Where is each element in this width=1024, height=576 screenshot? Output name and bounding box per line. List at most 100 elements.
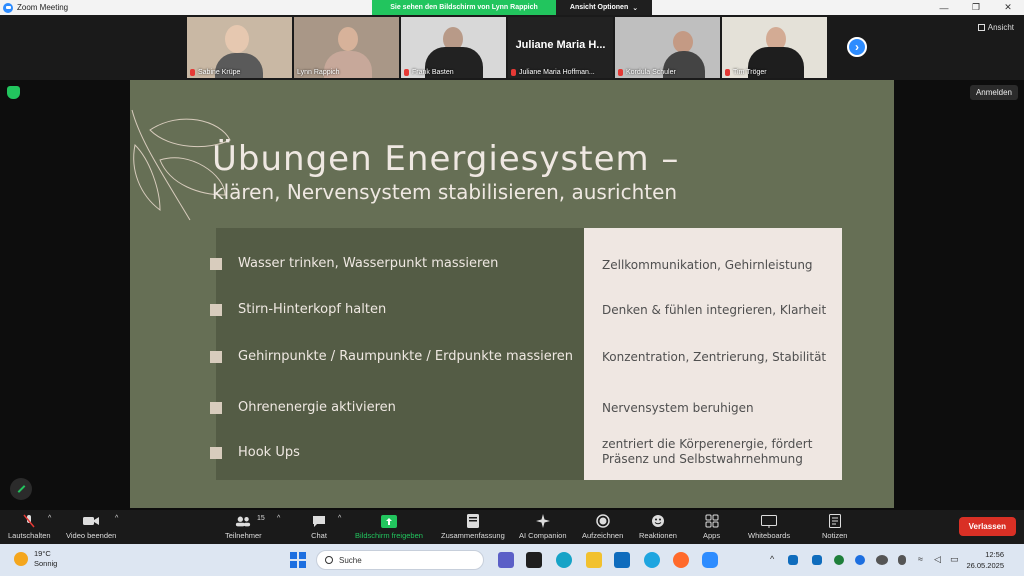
summary-label: Zusammenfassung (441, 531, 505, 540)
skype-icon[interactable] (644, 552, 660, 568)
pencil-icon (17, 485, 25, 493)
os-taskbar: 19°C Sonnig Suche ^ ≈ ◁ ▭ 12:56 26.05.202… (0, 544, 1024, 576)
chevron-up-icon[interactable]: ^ (48, 515, 51, 522)
taskbar-clock[interactable]: 12:56 26.05.2025 (966, 549, 1004, 571)
participant-tile[interactable]: Tim Tröger (722, 17, 827, 78)
clock-date: 26.05.2025 (966, 561, 1004, 570)
search-icon (325, 556, 333, 564)
notes-label: Notizen (822, 531, 848, 540)
participants-label: Teilnehmer (225, 531, 262, 540)
leave-button[interactable]: Verlassen (958, 517, 1016, 536)
participant-tile[interactable]: Kordula Schuler (615, 17, 720, 78)
view-button[interactable]: Ansicht (977, 23, 1014, 32)
apps-label: Apps (703, 531, 721, 540)
zoom-app-icon (3, 2, 13, 13)
record-icon (595, 514, 611, 528)
participant-tile[interactable]: Lynn Rappich (294, 17, 399, 78)
mic-muted-icon (618, 69, 623, 76)
edge-browser-icon[interactable] (556, 552, 572, 568)
participant-name-row: Juliane Maria Hoffman... (511, 69, 595, 76)
grid-view-icon (977, 24, 985, 31)
zoom-taskbar-icon[interactable] (702, 552, 718, 568)
mic-muted-icon (404, 69, 409, 76)
microphone-icon[interactable] (898, 555, 906, 565)
bullet-square-icon (210, 303, 222, 316)
exercise-label: Gehirnpunkte / Raumpunkte / Erdpunkte ma… (238, 349, 574, 364)
mute-button[interactable]: Lautschalten (8, 514, 51, 540)
maximize-button[interactable]: ❐ (960, 0, 992, 15)
tray-app-icon[interactable] (834, 555, 844, 565)
battery-icon[interactable]: ▭ (950, 554, 959, 565)
tray-app-icon[interactable] (876, 555, 888, 565)
firefox-icon[interactable] (673, 552, 689, 568)
share-screen-label: Bildschirm freigeben (355, 531, 423, 540)
chevron-up-icon[interactable]: ^ (277, 515, 280, 522)
close-button[interactable]: ✕ (992, 0, 1024, 15)
chevron-down-icon: ⌄ (632, 4, 639, 12)
view-options-button[interactable]: Ansicht Optionen ⌄ (556, 0, 652, 15)
share-screen-icon (380, 514, 397, 528)
ai-companion-button[interactable]: AI Companion (519, 514, 567, 540)
sparkle-icon (535, 514, 551, 528)
share-screen-button[interactable]: Bildschirm freigeben (355, 514, 423, 540)
wifi-icon[interactable]: ≈ (918, 554, 923, 564)
chat-button[interactable]: Chat (311, 514, 327, 540)
exercise-label: Hook Ups (238, 445, 300, 460)
benefit-text: Konzentration, Zentrierung, Stabilität (602, 350, 827, 364)
ai-companion-label: AI Companion (519, 531, 567, 540)
whiteboards-label: Whiteboards (748, 531, 791, 540)
next-page-button[interactable]: › (847, 37, 867, 57)
bullet-square-icon (210, 446, 222, 459)
record-button[interactable]: Aufzeichnen (582, 514, 623, 540)
apps-icon (704, 514, 720, 528)
exercise-item: Wasser trinken, Wasserpunkt massieren (210, 256, 498, 271)
summary-button[interactable]: Zusammenfassung (441, 514, 505, 540)
meeting-toolbar: Lautschalten ^ Video beenden ^ Teilnehme… (0, 510, 1024, 544)
slide-subtitle: klären, Nervensystem stabilisieren, ausr… (212, 180, 678, 204)
stop-video-button[interactable]: Video beenden (66, 514, 116, 540)
chat-bubble-icon (311, 514, 327, 528)
bullet-square-icon (210, 350, 222, 363)
participant-name: Sabine Krüpe (198, 69, 241, 76)
sun-icon (14, 552, 28, 566)
file-explorer-icon[interactable] (586, 552, 602, 568)
annotate-button[interactable] (10, 478, 32, 500)
participant-tile[interactable]: Juliane Maria H... Juliane Maria Hoffman… (508, 17, 613, 78)
teams-icon[interactable] (498, 552, 514, 568)
participants-count: 15 (257, 515, 265, 522)
mic-muted-icon (190, 69, 195, 76)
chevron-up-icon[interactable]: ^ (338, 515, 341, 522)
mute-label: Lautschalten (8, 531, 51, 540)
chevron-up-icon[interactable]: ^ (115, 515, 118, 522)
whiteboard-icon (761, 514, 778, 528)
volume-icon[interactable]: ◁ (934, 554, 941, 565)
share-banner: Sie sehen den Bildschirm von Lynn Rappic… (372, 0, 652, 15)
weather-widget[interactable]: 19°C Sonnig (14, 549, 57, 569)
tray-overflow-icon[interactable]: ^ (770, 554, 774, 564)
slide-title: Übungen Energiesystem – (212, 139, 680, 179)
participant-tile[interactable]: Sabine Krüpe (187, 17, 292, 78)
exercise-item: Ohrenenergie aktivieren (210, 400, 396, 415)
windows-start-icon[interactable] (290, 552, 306, 568)
shield-icon[interactable] (7, 86, 20, 99)
tray-app-icon[interactable] (812, 555, 822, 565)
whiteboards-button[interactable]: Whiteboards (748, 514, 790, 540)
bullet-square-icon (210, 401, 222, 414)
notes-icon (827, 514, 843, 528)
notes-button[interactable]: Notizen (822, 514, 847, 540)
dropbox-icon[interactable] (526, 552, 542, 568)
apps-button[interactable]: Apps (703, 514, 720, 540)
tray-app-icon[interactable] (788, 555, 798, 565)
view-options-label: Ansicht Optionen (569, 4, 629, 11)
reactions-button[interactable]: Reaktionen (639, 514, 677, 540)
exercise-item: Hook Ups (210, 445, 300, 460)
participant-name: Lynn Rappich (297, 69, 340, 76)
outlook-icon[interactable] (614, 552, 630, 568)
participant-tile[interactable]: Frank Basten (401, 17, 506, 78)
search-placeholder: Suche (339, 555, 362, 565)
bluetooth-icon[interactable] (855, 555, 865, 565)
taskbar-search[interactable]: Suche (316, 550, 484, 570)
signin-button[interactable]: Anmelden (969, 85, 1018, 100)
minimize-button[interactable]: — (928, 0, 960, 15)
benefit-text: Zellkommunikation, Gehirnleistung (602, 258, 813, 272)
